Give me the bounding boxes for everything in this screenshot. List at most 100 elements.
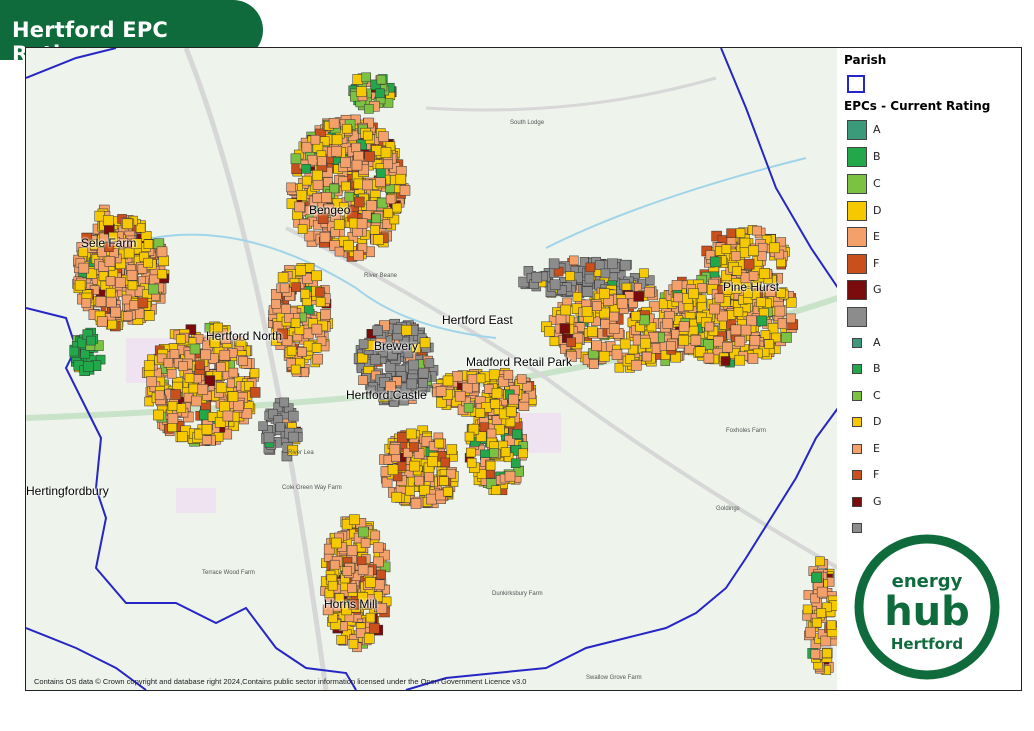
epc-point	[356, 556, 367, 566]
epc-point	[466, 458, 477, 468]
epc-point	[291, 282, 301, 292]
epc-point	[340, 157, 351, 168]
epc-point	[734, 335, 746, 347]
epc-point	[373, 234, 384, 245]
epc-point	[748, 271, 759, 281]
epc-point	[549, 336, 560, 347]
epc-point	[175, 334, 186, 344]
epc-point	[290, 318, 301, 328]
epc-point	[756, 315, 768, 327]
epc-point	[290, 364, 301, 375]
epc-point	[115, 277, 126, 288]
epc-point	[822, 648, 832, 659]
epc-point	[673, 292, 684, 303]
epc-point	[372, 542, 384, 553]
epc-point	[315, 297, 326, 307]
epc-point	[446, 444, 458, 455]
epc-point	[714, 293, 725, 304]
epc-point	[619, 338, 631, 350]
epc-point	[361, 72, 371, 83]
legend-label: E	[873, 442, 880, 455]
epc-point	[317, 156, 327, 166]
epc-point	[424, 358, 435, 368]
epc-point	[177, 431, 188, 442]
parish-boundary-swatch	[847, 75, 865, 93]
epc-point	[581, 306, 593, 317]
epc-point	[816, 608, 827, 618]
epc-point	[331, 145, 342, 157]
epc-point	[802, 604, 813, 615]
epc-point	[565, 271, 575, 281]
epc-point	[320, 309, 331, 320]
epc-point	[591, 340, 602, 351]
epc-point	[312, 353, 323, 365]
epc-point	[249, 387, 261, 398]
epc-point	[490, 399, 500, 409]
place-label-hertford-east: Hertford East	[442, 313, 513, 327]
epc-point	[355, 628, 366, 638]
minor-label: South Lodge	[510, 120, 545, 126]
energy-hub-logo: energy hub Hertford	[854, 534, 1000, 680]
epc-point	[344, 191, 355, 202]
map-panel[interactable]: Bengeo Sele Farm Hertford North Brewery …	[25, 47, 839, 691]
epc-point	[671, 280, 683, 291]
epc-point	[600, 268, 611, 279]
epc-point	[609, 311, 619, 322]
epc-point	[721, 244, 732, 254]
epc-point	[569, 255, 579, 266]
epc-point	[703, 352, 715, 364]
epc-point	[678, 321, 690, 332]
epc-point	[735, 228, 746, 238]
epc-point	[594, 260, 605, 270]
legend-swatch	[847, 227, 867, 247]
epc-point	[169, 349, 180, 359]
epc-point	[143, 239, 154, 249]
epc-point	[216, 362, 226, 372]
epc-point	[362, 179, 373, 191]
epc-point	[740, 324, 752, 336]
epc-point	[424, 472, 434, 482]
epc-point	[341, 181, 351, 192]
epc-point	[315, 287, 325, 297]
map-canvas[interactable]	[26, 48, 838, 690]
epc-point	[504, 470, 516, 482]
legend-label: D	[873, 415, 882, 428]
legend-label: D	[873, 204, 882, 217]
epc-point	[351, 159, 363, 171]
epc-point	[275, 422, 286, 432]
epc-point	[302, 175, 312, 186]
epc-point	[83, 361, 94, 372]
epc-point	[442, 375, 454, 387]
epc-point	[491, 387, 503, 399]
epc-point	[638, 314, 650, 326]
legend-label: A	[873, 123, 881, 136]
epc-point	[730, 324, 742, 336]
epc-point	[148, 283, 159, 295]
minor-label: Cole Green Way Farm	[282, 485, 342, 491]
epc-point	[666, 341, 676, 351]
epc-point	[301, 141, 313, 153]
epc-point	[611, 349, 623, 360]
epc-point	[370, 225, 380, 235]
epc-point	[104, 256, 116, 267]
epc-point	[129, 300, 140, 310]
epc-point	[352, 74, 363, 85]
epc-point	[826, 620, 837, 630]
epc-point	[399, 185, 411, 196]
epc-point	[746, 315, 757, 327]
epc-point	[158, 255, 169, 267]
epc-point	[81, 298, 92, 308]
epc-point	[197, 384, 209, 395]
epc-point	[600, 319, 610, 329]
epc-point	[364, 633, 375, 644]
epc-point	[365, 612, 376, 623]
legend-swatch	[852, 470, 862, 480]
epc-point	[434, 438, 445, 449]
epc-point	[764, 339, 774, 349]
epc-point	[690, 334, 702, 346]
epc-point	[191, 395, 202, 407]
epc-point	[678, 334, 689, 346]
epc-point	[353, 250, 364, 261]
epc-point	[439, 476, 449, 486]
epc-point	[369, 623, 380, 634]
